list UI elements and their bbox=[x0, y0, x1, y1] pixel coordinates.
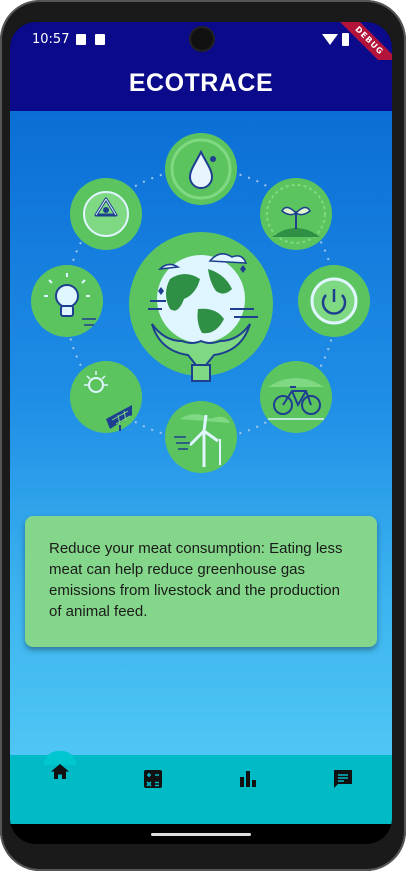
app-title: ECOTRACE bbox=[128, 69, 274, 97]
nav-chat[interactable] bbox=[313, 755, 373, 805]
status-bar: 10:57 DEBUG bbox=[10, 22, 392, 78]
nav-home[interactable] bbox=[28, 755, 88, 805]
phone-frame: 10:57 DEBUG ECOTRACE Reduce your meat co… bbox=[0, 0, 406, 871]
battery-icon bbox=[342, 33, 349, 46]
wifi-icon bbox=[322, 34, 338, 45]
home-gesture-pill[interactable] bbox=[151, 833, 251, 836]
power-icon bbox=[298, 265, 370, 337]
notification-icon bbox=[95, 34, 105, 45]
recycle-icon bbox=[70, 178, 142, 250]
calculator-icon bbox=[144, 770, 162, 788]
solar-panel-icon bbox=[70, 361, 142, 433]
water-drop-icon bbox=[165, 133, 237, 205]
earth-in-hands-icon bbox=[129, 232, 273, 382]
sd-card-icon bbox=[76, 34, 86, 45]
bar-chart-icon bbox=[240, 771, 256, 787]
app-bar: ECOTRACE bbox=[10, 60, 392, 111]
home-icon bbox=[51, 764, 69, 779]
eco-tip-card: Reduce your meat consumption: Eating les… bbox=[25, 516, 377, 647]
wind-turbine-icon bbox=[165, 401, 237, 473]
eco-illustration bbox=[31, 133, 370, 473]
nav-calculator[interactable] bbox=[123, 755, 183, 805]
eco-tip-text: Reduce your meat consumption: Eating les… bbox=[49, 540, 343, 620]
bicycle-icon bbox=[260, 361, 332, 433]
light-bulb-icon bbox=[31, 265, 103, 337]
status-time: 10:57 bbox=[32, 32, 70, 47]
chat-icon bbox=[334, 770, 352, 788]
bottom-navigation bbox=[10, 751, 392, 824]
main-content: Reduce your meat consumption: Eating les… bbox=[10, 111, 392, 755]
screen: 10:57 DEBUG ECOTRACE Reduce your meat co… bbox=[10, 22, 392, 844]
front-camera bbox=[191, 28, 213, 50]
sprout-icon bbox=[260, 178, 332, 250]
nav-statistics[interactable] bbox=[218, 755, 278, 805]
